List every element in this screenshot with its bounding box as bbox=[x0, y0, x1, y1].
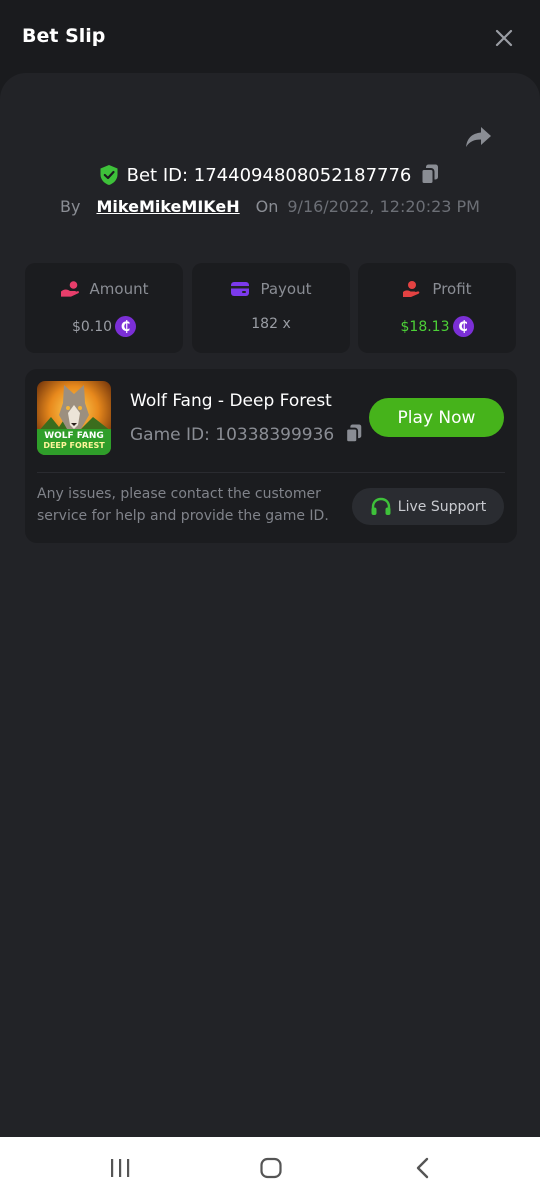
stat-label: Profit bbox=[432, 280, 472, 298]
stat-value: 182 x bbox=[251, 316, 291, 332]
divider bbox=[37, 472, 505, 473]
game-title: Wolf Fang - Deep Forest bbox=[130, 391, 332, 411]
back-icon bbox=[416, 1157, 429, 1179]
amount-icon bbox=[60, 281, 79, 297]
copy-icon bbox=[420, 164, 439, 185]
by-label: By bbox=[60, 196, 81, 216]
live-support-label: Live Support bbox=[397, 498, 487, 515]
home-icon bbox=[260, 1157, 282, 1179]
stat-profit: Profit $18.13 ₵ bbox=[358, 263, 516, 353]
recents-icon bbox=[111, 1159, 130, 1177]
support-hint-text: Any issues, please contact the customer … bbox=[37, 486, 329, 524]
recents-button[interactable] bbox=[103, 1153, 137, 1183]
home-button[interactable] bbox=[254, 1153, 288, 1183]
close-button[interactable] bbox=[490, 24, 518, 52]
thumb-title: WOLF FANG bbox=[44, 431, 104, 441]
stat-value: $0.10 bbox=[71, 318, 113, 335]
on-label: On bbox=[255, 196, 279, 216]
game-card: WOLF FANG DEEP FOREST Wolf Fang - Deep F… bbox=[25, 369, 517, 543]
bet-author-row: By MikeMikeMIKeH On 9/16/2022, 12:20:23 … bbox=[0, 193, 540, 219]
bet-id-row: Bet ID: 1744094808052187776 bbox=[0, 160, 540, 190]
share-button[interactable] bbox=[462, 123, 494, 153]
stat-value: $18.13 bbox=[400, 318, 450, 335]
stat-label: Amount bbox=[89, 280, 149, 298]
stat-payout: Payout 182 x bbox=[192, 263, 350, 353]
wallet-icon bbox=[231, 282, 250, 296]
profit-hand-icon bbox=[403, 281, 420, 297]
game-id: Game ID: 10338399936 bbox=[130, 425, 335, 445]
bet-date: 9/16/2022, 12:20:23 PM bbox=[287, 196, 480, 216]
stat-label: Payout bbox=[260, 280, 312, 298]
bet-slip-panel bbox=[0, 73, 540, 1137]
bet-id: Bet ID: 1744094808052187776 bbox=[126, 164, 412, 186]
back-button[interactable] bbox=[406, 1153, 440, 1183]
page-title: Bet Slip bbox=[22, 25, 106, 47]
coin-icon: ₵ bbox=[115, 316, 137, 337]
system-navigation-bar bbox=[0, 1137, 540, 1200]
headset-icon bbox=[371, 497, 391, 515]
play-now-button[interactable]: Play Now bbox=[369, 398, 504, 437]
bet-slip-screen: Bet Slip Bet ID: 1744094808052187776 By … bbox=[0, 0, 540, 1200]
verified-shield-icon bbox=[100, 165, 118, 185]
game-id-row: Game ID: 10338399936 bbox=[130, 423, 366, 447]
username-link[interactable]: MikeMikeMIKeH bbox=[96, 197, 239, 216]
copy-icon bbox=[345, 424, 362, 444]
header: Bet Slip bbox=[0, 0, 540, 74]
thumb-subtitle: DEEP FOREST bbox=[43, 441, 105, 450]
game-thumbnail[interactable]: WOLF FANG DEEP FOREST bbox=[37, 381, 111, 455]
copy-bet-id-button[interactable] bbox=[419, 163, 441, 187]
stat-amount: Amount $0.10 ₵ bbox=[25, 263, 183, 353]
copy-game-id-button[interactable] bbox=[344, 423, 366, 447]
live-support-button[interactable]: Live Support bbox=[352, 488, 504, 525]
close-icon bbox=[495, 29, 513, 47]
coin-icon: ₵ bbox=[452, 316, 474, 337]
share-icon bbox=[466, 127, 491, 147]
